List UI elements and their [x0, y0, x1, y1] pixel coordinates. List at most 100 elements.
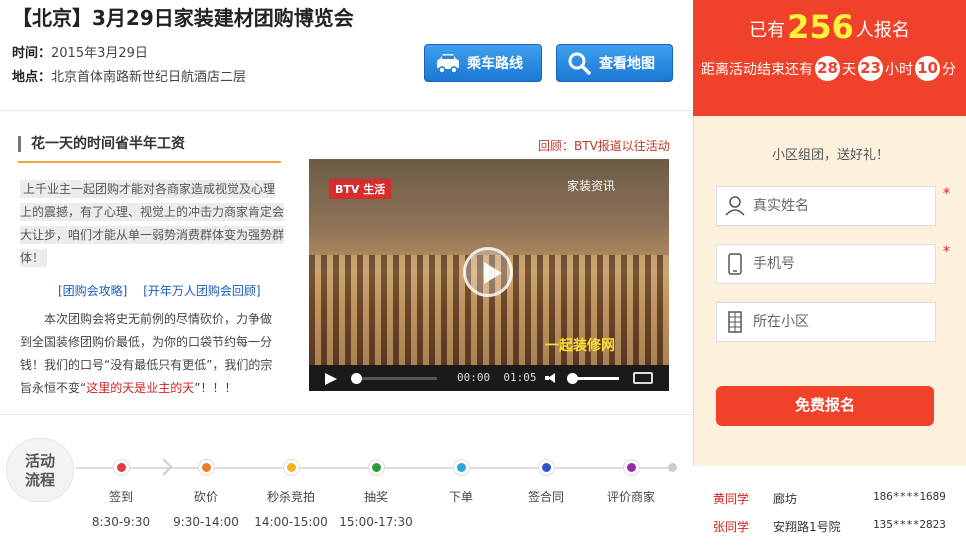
hours-unit: 小时	[885, 61, 913, 78]
process-step: 秒杀竞拍 14:00-15:00	[251, 458, 331, 529]
car-icon	[435, 51, 459, 75]
bus-route-label: 乘车路线	[467, 56, 523, 72]
page-title: 【北京】3月29日家装建材团购博览会	[12, 6, 354, 30]
name-field[interactable]	[716, 186, 936, 226]
signup-phone: 135****2823	[873, 518, 946, 531]
process-step-time: 8:30-9:30	[91, 515, 151, 529]
address-value: 北京首体南路新世纪日航酒店二层	[51, 70, 247, 85]
process-step: 下单	[421, 458, 501, 505]
highlight-text: 上千业主一起团购才能对各商家造成视觉及心理上的震撼，有了心理、视觉上的冲击力商家…	[20, 180, 285, 267]
channel-badge: BTV 生活	[329, 179, 392, 199]
play-icon[interactable]	[325, 373, 337, 385]
seek-handle[interactable]	[351, 373, 362, 384]
seek-bar[interactable]	[351, 373, 437, 384]
process-step-name: 抽奖	[363, 490, 388, 504]
name-input[interactable]	[753, 198, 923, 214]
process-step: 抽奖 15:00-17:30	[336, 458, 416, 529]
registration-sidebar: 已有256 人报名 距离活动结束还有 28 天 23 小时 10 分 小区组团，送…	[693, 0, 966, 555]
countdown: 距离活动结束还有 28 天 23 小时 10 分	[701, 56, 956, 81]
video-banner: 一起装修网	[545, 338, 615, 354]
time-current: 00:00	[457, 371, 491, 384]
signup-phone: 186****1689	[873, 490, 946, 503]
process-step-name: 砍价	[193, 490, 218, 504]
search-icon	[567, 51, 591, 75]
signup-name: 黄同学	[713, 492, 750, 506]
submit-registration-button[interactable]: 免费报名	[716, 386, 934, 426]
process-step-dot	[283, 460, 299, 475]
count-number: 256	[787, 8, 854, 46]
video-time: 00:00 01:05	[457, 371, 537, 384]
process-step-name: 签到	[108, 490, 133, 504]
main-content: 【北京】3月29日家装建材团购博览会 时间：2015年3月29日 地点：北京首体…	[0, 0, 693, 555]
guide-link[interactable]: [团购会攻略]	[58, 284, 127, 298]
recent-signups: 黄同学 廊坊 186****1689 张同学 安翔路1号院 135****2823	[693, 482, 966, 538]
divider	[0, 414, 693, 415]
divider	[0, 110, 693, 111]
signup-location: 廊坊	[773, 492, 798, 506]
process-step-time: 14:00-15:00	[254, 515, 328, 529]
slogan-text: 这里的天是业主的天	[86, 381, 195, 395]
highlight-paragraph: 上千业主一起团购才能对各商家造成视觉及心理上的震撼，有了心理、视觉上的冲击力商家…	[20, 178, 285, 270]
process-badge-line1: 活动	[24, 452, 55, 470]
phone-icon	[717, 244, 753, 284]
required-mark: *	[943, 244, 950, 260]
user-icon	[717, 186, 753, 226]
play-overlay-button[interactable]	[463, 247, 513, 297]
countdown-days: 28	[815, 56, 840, 81]
process-step-name: 秒杀竞拍	[266, 490, 315, 504]
process-step-name: 签合同	[527, 490, 564, 504]
process-badge: 活动 流程	[6, 438, 74, 502]
section-title: 花一天的时间省半年工资	[18, 136, 185, 152]
volume-handle[interactable]	[567, 373, 578, 384]
phone-field[interactable]	[716, 244, 936, 284]
days-unit: 天	[842, 61, 856, 78]
signup-name: 张同学	[713, 520, 750, 534]
countdown-minutes: 10	[915, 56, 940, 81]
required-mark: *	[943, 186, 950, 202]
address-label: 地点：	[12, 70, 52, 85]
video-controls: 00:00 01:05	[309, 365, 669, 391]
registration-form: 小区组团，送好礼！ * * 免费报名	[693, 116, 966, 466]
registration-count: 已有256 人报名	[693, 8, 966, 46]
process-step-time: 9:30-14:00	[173, 515, 239, 529]
guide-links: [团购会攻略] [开年万人团购会回顾]	[58, 282, 273, 299]
body-paragraph: 本次团购会将史无前例的尽情砍价，力争做到全国装修团购价最低，为你的口袋节约每一分…	[20, 308, 282, 400]
process-step: 砍价 9:30-14:00	[166, 458, 246, 529]
process-step: 评价商家	[591, 458, 671, 505]
process-step: 签到 8:30-9:30	[81, 458, 161, 529]
phone-input[interactable]	[753, 256, 923, 272]
review-link[interactable]: 回顾：BTV报道以往活动	[538, 137, 670, 154]
time-total: 01:05	[503, 371, 537, 384]
signup-location: 安翔路1号院	[773, 520, 841, 534]
countdown-prefix: 距离活动结束还有	[701, 61, 813, 78]
event-address: 地点：北京首体南路新世纪日航酒店二层	[12, 66, 246, 85]
process-badge-line2: 流程	[24, 471, 55, 489]
signup-row: 张同学 安翔路1号院 135****2823	[693, 510, 966, 538]
building-icon	[717, 302, 753, 342]
registration-header: 已有256 人报名 距离活动结束还有 28 天 23 小时 10 分	[693, 0, 966, 116]
community-field[interactable]	[716, 302, 936, 342]
volume-icon[interactable]	[545, 373, 555, 383]
volume-slider[interactable]	[567, 373, 619, 384]
count-suffix: 人报名	[855, 20, 910, 41]
count-prefix: 已有	[749, 20, 786, 41]
process-step-dot	[453, 460, 469, 475]
process-step-name: 评价商家	[606, 490, 655, 504]
channel-text: 家装资讯	[567, 179, 616, 193]
bus-route-button[interactable]: 乘车路线	[424, 44, 542, 82]
video-player[interactable]: BTV 生活 家装资讯 一起装修网 00:00 01:05	[309, 159, 669, 391]
process-step-dot	[368, 460, 384, 475]
event-time: 时间：2015年3月29日	[12, 42, 148, 61]
promo-text: 小区组团，送好礼！	[771, 148, 889, 163]
view-map-button[interactable]: 查看地图	[556, 44, 673, 82]
process-step-dot	[113, 460, 129, 475]
countdown-hours: 23	[858, 56, 883, 81]
process-step-name: 下单	[448, 490, 473, 504]
view-map-label: 查看地图	[599, 56, 655, 72]
fullscreen-icon[interactable]	[633, 372, 653, 384]
time-label: 时间：	[12, 46, 52, 61]
review-archive-link[interactable]: [开年万人团购会回顾]	[143, 284, 260, 298]
community-input[interactable]	[753, 314, 923, 330]
section-underline	[18, 161, 281, 163]
signup-row: 黄同学 廊坊 186****1689	[693, 482, 966, 510]
